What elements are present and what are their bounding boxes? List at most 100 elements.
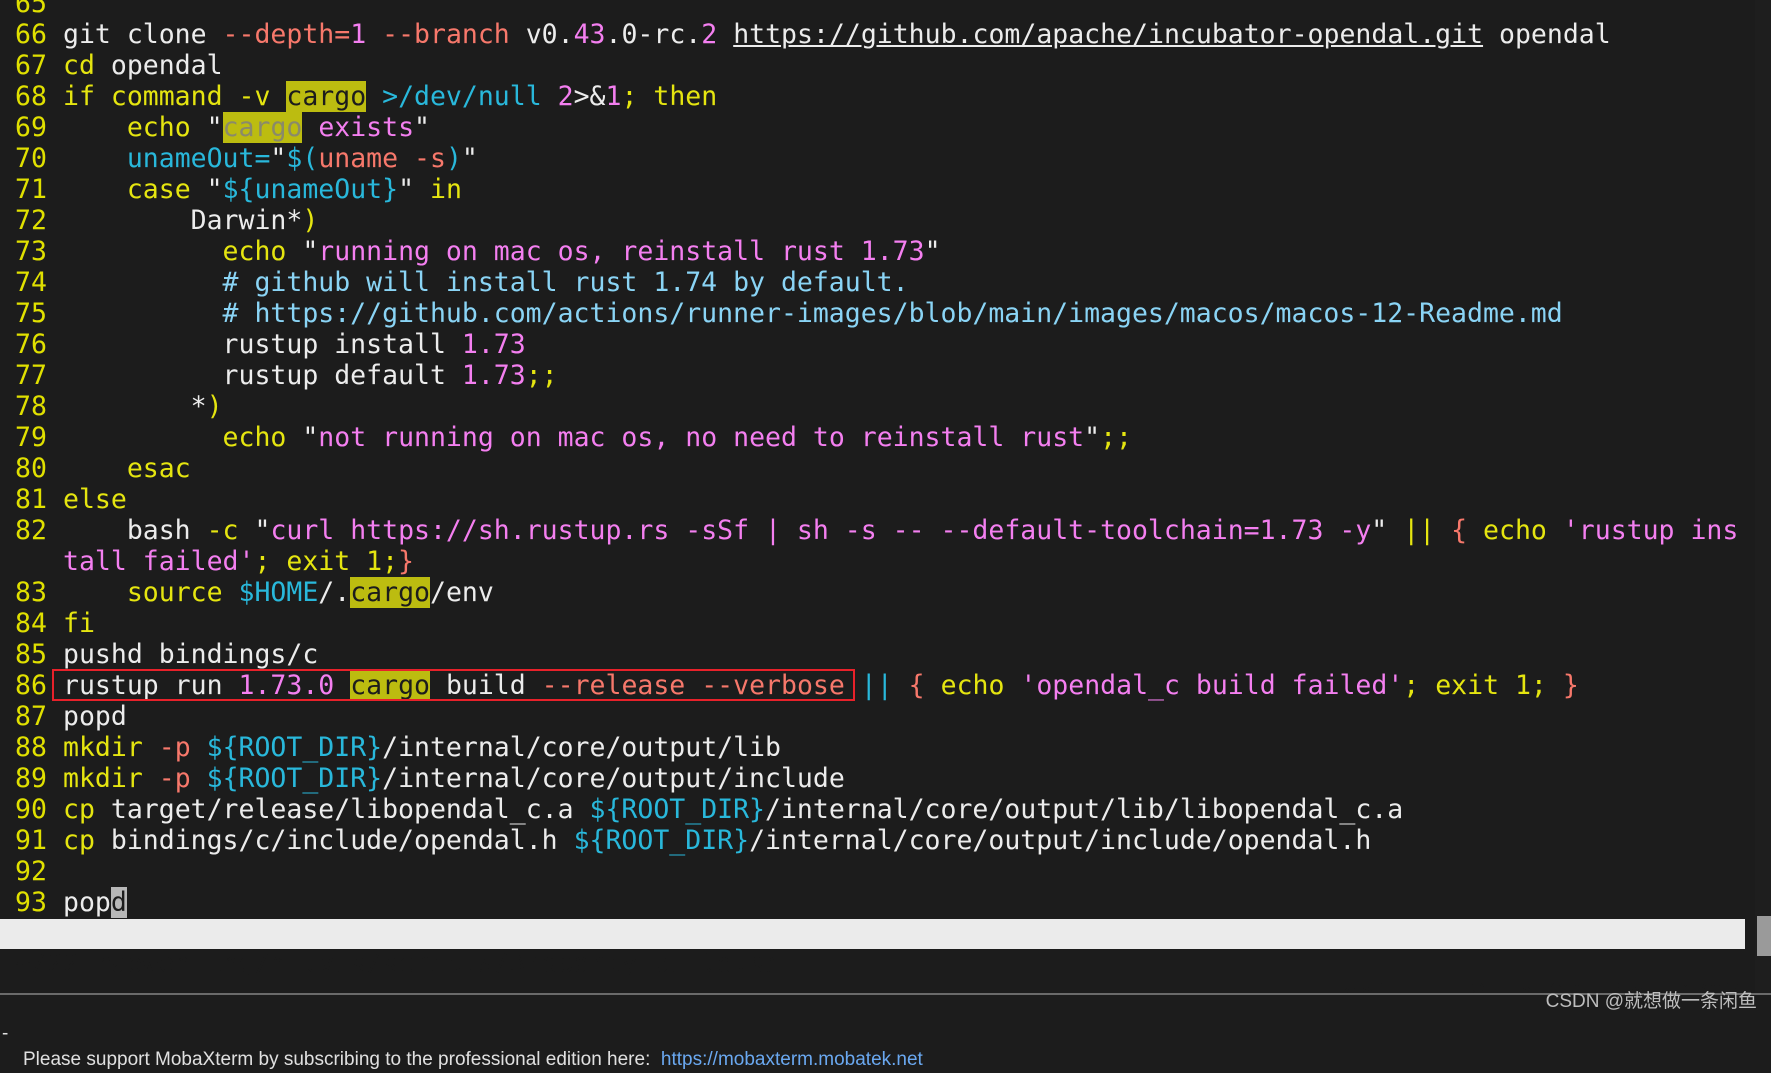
code-token: ; exit 1; (1403, 670, 1563, 701)
code-token: ${ROOT_DIR} (206, 763, 383, 794)
code-token: ${unameOut} (222, 174, 399, 205)
code-token: ${ROOT_DIR} (589, 794, 766, 825)
code-token: " (302, 422, 319, 453)
code-token: v0. (509, 19, 574, 50)
code-line: 85 pushd bindings/c (15, 639, 1750, 670)
code-line: 83 source $HOME/.cargo/env (15, 577, 1750, 608)
code-token: bindings/c/include/opendal.h (110, 825, 574, 856)
code-token: mkdir (63, 732, 159, 763)
footer-bullet: - (2, 1023, 9, 1044)
code-line: 67 cd opendal (15, 50, 1750, 81)
footer-bar: - Please support MobaXterm by subscribin… (0, 995, 1771, 1070)
code-line: 88 mkdir -p ${ROOT_DIR}/internal/core/out… (15, 732, 1750, 763)
code-editor[interactable]: 65 66 git clone --depth=1 --branch v0.43.0… (15, 0, 1750, 918)
status-file-path: ~/22_raowenjing/milvus/scripts/3rdparty_… (15, 948, 829, 979)
code-token: exists (302, 112, 415, 143)
code-token: || (860, 670, 893, 701)
code-token: curl https://sh.rustup.rs -sSf | sh -s -… (270, 515, 1372, 546)
code-token: echo (126, 112, 207, 143)
code-token: source (126, 577, 239, 608)
code-token: 1.73 (461, 360, 526, 391)
code-token: $( (286, 143, 319, 174)
code-token: uname -s (318, 143, 446, 174)
line-number: 93 (15, 887, 47, 918)
code-token: " (924, 236, 941, 267)
code-token: unameOut= (126, 143, 271, 174)
code-token: ) (445, 143, 462, 174)
line-number: 84 (15, 608, 47, 639)
code-token: " (254, 515, 271, 546)
code-token: 1.73 (461, 329, 526, 360)
code-token: popd (63, 701, 127, 732)
code-token: opendal (94, 50, 223, 81)
code-token: /internal/core/output/lib (382, 732, 781, 763)
code-token: -p (158, 763, 207, 794)
line-number: 68 (15, 81, 47, 112)
code-token: cd (63, 50, 95, 81)
mobaxterm-link[interactable]: https://mobaxterm.mobatek.net (661, 1049, 923, 1070)
line-number: 78 (15, 391, 47, 422)
code-line: 73 echo "running on mac os, reinstall ru… (15, 236, 1750, 267)
line-number: 73 (15, 236, 47, 267)
code-token: ;; (525, 360, 558, 391)
code-token: running on mac os, reinstall rust 1.73 (318, 236, 925, 267)
code-token: pushd bindings/c (63, 639, 319, 670)
scrollbar[interactable] (1755, 0, 1771, 994)
footer-message: Please support MobaXterm by subscribing … (23, 1047, 923, 1073)
line-number: 91 (15, 825, 47, 856)
line-number: 79 (15, 422, 47, 453)
line-number: 88 (15, 732, 47, 763)
footer-text: Please support MobaXterm by subscribing … (23, 1049, 661, 1070)
code-token: bash (63, 515, 207, 546)
code-token: 43 (573, 19, 606, 50)
line-number: 70 (15, 143, 47, 174)
code-token: rustup default (63, 360, 462, 391)
code-token: -p (158, 732, 207, 763)
code-token: Darwin* (63, 205, 303, 236)
code-token: /env (430, 577, 494, 608)
code-token: * (63, 391, 207, 422)
line-number: 72 (15, 205, 47, 236)
code-token: echo (222, 236, 303, 267)
search-highlight: cargo (222, 112, 303, 143)
scrollbar-thumb[interactable] (1757, 916, 1771, 956)
code-token: ; exit 1; (254, 546, 399, 577)
code-token: --depth= (222, 19, 351, 50)
line-number: 82 (15, 515, 47, 546)
code-line: 79 echo "not running on mac os, no need … (15, 422, 1750, 453)
line-number: 81 (15, 484, 47, 515)
code-token: ) (206, 391, 223, 422)
code-token: /internal/core/output/include/opendal.h (749, 825, 1372, 856)
code-token: " (206, 174, 223, 205)
code-token: /internal/core/output/lib/libopendal_c.a (765, 794, 1404, 825)
code-line: 77 rustup default 1.73;; (15, 360, 1750, 391)
line-number: 87 (15, 701, 47, 732)
line-number: 71 (15, 174, 47, 205)
code-token: ;; (1100, 422, 1132, 453)
code-token: mkdir (63, 763, 159, 794)
code-token: in (414, 174, 462, 205)
code-line: 82 bash -c "curl https://sh.rustup.rs -s… (15, 515, 1750, 546)
line-number: 90 (15, 794, 47, 825)
code-token: opendal (1483, 19, 1611, 50)
code-line: 91 cp bindings/c/include/opendal.h ${ROOT… (15, 825, 1750, 856)
line-number: 74 (15, 267, 47, 298)
code-token: 2 (557, 81, 574, 112)
code-line: 66 git clone --depth=1 --branch v0.43.0-r… (15, 19, 1750, 50)
line-number: 69 (15, 112, 47, 143)
code-token: --branch (382, 19, 510, 50)
code-token: " (1371, 515, 1404, 546)
line-number: 77 (15, 360, 47, 391)
code-token: " (414, 112, 431, 143)
code-token: https://github.com/apache/incubator-open… (733, 19, 1484, 50)
code-token: .0-rc. (605, 19, 702, 50)
line-number: 76 (15, 329, 47, 360)
